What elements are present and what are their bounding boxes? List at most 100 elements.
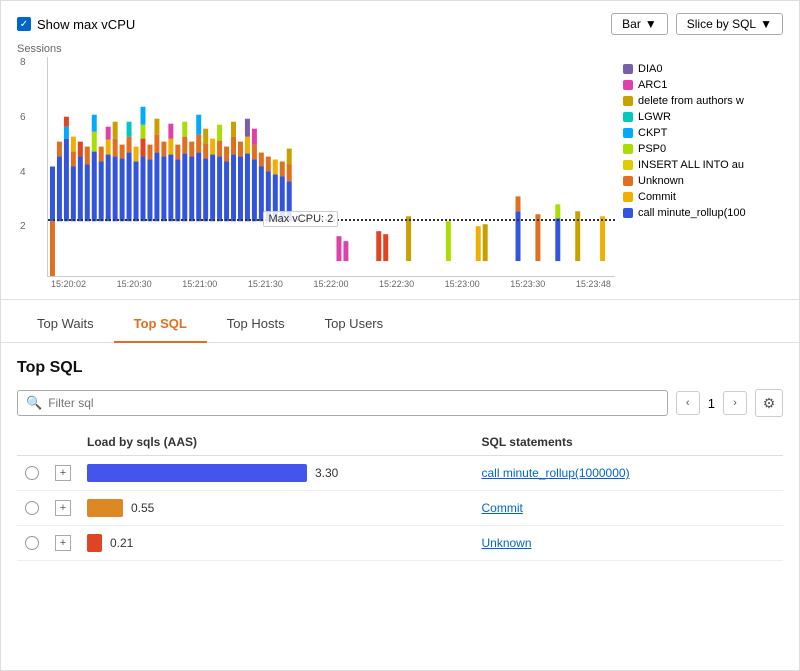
legend-color-psp0 bbox=[623, 144, 633, 154]
legend-color-lgwr bbox=[623, 112, 633, 122]
legend-item-insert: INSERT ALL INTO au bbox=[623, 159, 783, 171]
max-vcpu-checkbox[interactable]: ✓ bbox=[17, 17, 31, 31]
bar-chart-svg bbox=[48, 57, 615, 276]
max-vcpu-label: Max vCPU: 2 bbox=[263, 211, 338, 227]
table-header-row: Load by sqls (AAS) SQL statements bbox=[17, 429, 783, 456]
tab-top-hosts[interactable]: Top Hosts bbox=[207, 306, 305, 343]
prev-page-button[interactable]: ‹ bbox=[676, 391, 700, 415]
legend-color-unknown bbox=[623, 176, 633, 186]
bar-cell-2: 0.55 bbox=[87, 499, 465, 517]
legend-color-ckpt bbox=[623, 128, 633, 138]
legend-label-insert: INSERT ALL INTO au bbox=[638, 159, 744, 171]
main-container: ✓ Show max vCPU Bar ▼ Slice by SQL ▼ Ses… bbox=[0, 0, 800, 671]
sql-link-1[interactable]: call minute_rollup(1000000) bbox=[481, 466, 629, 480]
legend-item-ckpt: CKPT bbox=[623, 127, 783, 139]
row-expand-cell-2[interactable]: + bbox=[47, 491, 79, 526]
row-radio-3[interactable] bbox=[25, 536, 39, 550]
col-expand-header bbox=[47, 429, 79, 456]
table-row: + 0.55 Commit bbox=[17, 491, 783, 526]
row-radio-1[interactable] bbox=[25, 466, 39, 480]
row-expand-btn-3[interactable]: + bbox=[55, 535, 71, 551]
y-axis-ticks: 8 6 4 2 bbox=[20, 57, 26, 276]
col-load-header: Load by sqls (AAS) bbox=[79, 429, 473, 456]
legend-item-dia0: DIA0 bbox=[623, 63, 783, 75]
legend-label-arc1: ARC1 bbox=[638, 79, 667, 91]
tab-top-waits[interactable]: Top Waits bbox=[17, 306, 114, 343]
search-box[interactable]: 🔍 bbox=[17, 390, 668, 416]
col-sql-header: SQL statements bbox=[473, 429, 783, 456]
legend-label-dia0: DIA0 bbox=[638, 63, 662, 75]
row-sql-cell-1[interactable]: call minute_rollup(1000000) bbox=[473, 456, 783, 491]
load-bar-1 bbox=[87, 464, 307, 482]
legend-color-dia0 bbox=[623, 64, 633, 74]
bar-cell-3: 0.21 bbox=[87, 534, 465, 552]
chart-controls: Bar ▼ Slice by SQL ▼ bbox=[611, 13, 783, 35]
row-radio-2[interactable] bbox=[25, 501, 39, 515]
tab-top-users[interactable]: Top Users bbox=[305, 306, 404, 343]
chart-legend: DIA0 ARC1 delete from authors w LGWR CKP… bbox=[623, 43, 783, 289]
row-radio-cell-1[interactable] bbox=[17, 456, 47, 491]
chart-canvas-wrap: Sessions 8 6 4 2 Max vCPU: 2 bbox=[17, 43, 615, 289]
show-max-vcpu-label: Show max vCPU bbox=[37, 17, 135, 32]
chart-area: Sessions 8 6 4 2 Max vCPU: 2 bbox=[17, 43, 783, 289]
bar-cell-1: 3.30 bbox=[87, 464, 465, 482]
legend-item-call: call minute_rollup(100 bbox=[623, 207, 783, 219]
slice-by-sql-dropdown[interactable]: Slice by SQL ▼ bbox=[676, 13, 783, 35]
legend-label-psp0: PSP0 bbox=[638, 143, 666, 155]
legend-item-lgwr: LGWR bbox=[623, 111, 783, 123]
row-sql-cell-3[interactable]: Unknown bbox=[473, 526, 783, 561]
row-load-cell-2: 0.55 bbox=[79, 491, 473, 526]
page-number: 1 bbox=[704, 396, 719, 411]
search-input[interactable] bbox=[48, 396, 659, 410]
legend-label-delete: delete from authors w bbox=[638, 95, 744, 107]
row-load-cell-3: 0.21 bbox=[79, 526, 473, 561]
legend-color-commit bbox=[623, 192, 633, 202]
next-page-button[interactable]: › bbox=[723, 391, 747, 415]
chart-header: ✓ Show max vCPU Bar ▼ Slice by SQL ▼ bbox=[17, 13, 783, 35]
sql-link-3[interactable]: Unknown bbox=[481, 536, 531, 550]
tabs-row: Top Waits Top SQL Top Hosts Top Users bbox=[17, 306, 783, 342]
chevron-down-icon: ▼ bbox=[645, 17, 657, 31]
legend-item-commit: Commit bbox=[623, 191, 783, 203]
row-radio-cell-2[interactable] bbox=[17, 491, 47, 526]
legend-item-delete: delete from authors w bbox=[623, 95, 783, 107]
legend-label-unknown: Unknown bbox=[638, 175, 684, 187]
x-axis-labels: 15:20:02 15:20:30 15:21:00 15:21:30 15:2… bbox=[47, 279, 615, 289]
row-radio-cell-3[interactable] bbox=[17, 526, 47, 561]
row-load-cell-1: 3.30 bbox=[79, 456, 473, 491]
legend-label-lgwr: LGWR bbox=[638, 111, 671, 123]
legend-color-arc1 bbox=[623, 80, 633, 90]
bar-dropdown[interactable]: Bar ▼ bbox=[611, 13, 668, 35]
topsql-title: Top SQL bbox=[17, 359, 783, 377]
row-expand-cell-3[interactable]: + bbox=[47, 526, 79, 561]
legend-label-commit: Commit bbox=[638, 191, 676, 203]
bar-value-2: 0.55 bbox=[131, 501, 154, 515]
load-bar-2 bbox=[87, 499, 123, 517]
topsql-section: Top SQL 🔍 ‹ 1 › ⚙ Load by sqls (AAS) bbox=[1, 343, 799, 569]
row-sql-cell-2[interactable]: Commit bbox=[473, 491, 783, 526]
gear-icon: ⚙ bbox=[763, 395, 776, 412]
sql-link-2[interactable]: Commit bbox=[481, 501, 522, 515]
row-expand-cell-1[interactable]: + bbox=[47, 456, 79, 491]
load-bar-3 bbox=[87, 534, 102, 552]
bar-value-3: 0.21 bbox=[110, 536, 133, 550]
max-vcpu-line: Max vCPU: 2 bbox=[48, 219, 615, 221]
search-icon: 🔍 bbox=[26, 395, 42, 411]
chart-section: ✓ Show max vCPU Bar ▼ Slice by SQL ▼ Ses… bbox=[1, 1, 799, 300]
tabs-section: Top Waits Top SQL Top Hosts Top Users bbox=[1, 306, 799, 343]
legend-label-ckpt: CKPT bbox=[638, 127, 667, 139]
row-expand-btn-2[interactable]: + bbox=[55, 500, 71, 516]
col-select-header bbox=[17, 429, 47, 456]
legend-item-psp0: PSP0 bbox=[623, 143, 783, 155]
legend-color-delete bbox=[623, 96, 633, 106]
sql-table: Load by sqls (AAS) SQL statements + bbox=[17, 429, 783, 561]
topsql-toolbar: 🔍 ‹ 1 › ⚙ bbox=[17, 389, 783, 417]
settings-button[interactable]: ⚙ bbox=[755, 389, 783, 417]
legend-color-call bbox=[623, 208, 633, 218]
legend-item-unknown: Unknown bbox=[623, 175, 783, 187]
table-row: + 3.30 call minute_rollup(1000000) bbox=[17, 456, 783, 491]
show-max-vcpu-toggle[interactable]: ✓ Show max vCPU bbox=[17, 17, 135, 32]
tab-top-sql[interactable]: Top SQL bbox=[114, 306, 207, 343]
legend-color-insert bbox=[623, 160, 633, 170]
row-expand-btn-1[interactable]: + bbox=[55, 465, 71, 481]
